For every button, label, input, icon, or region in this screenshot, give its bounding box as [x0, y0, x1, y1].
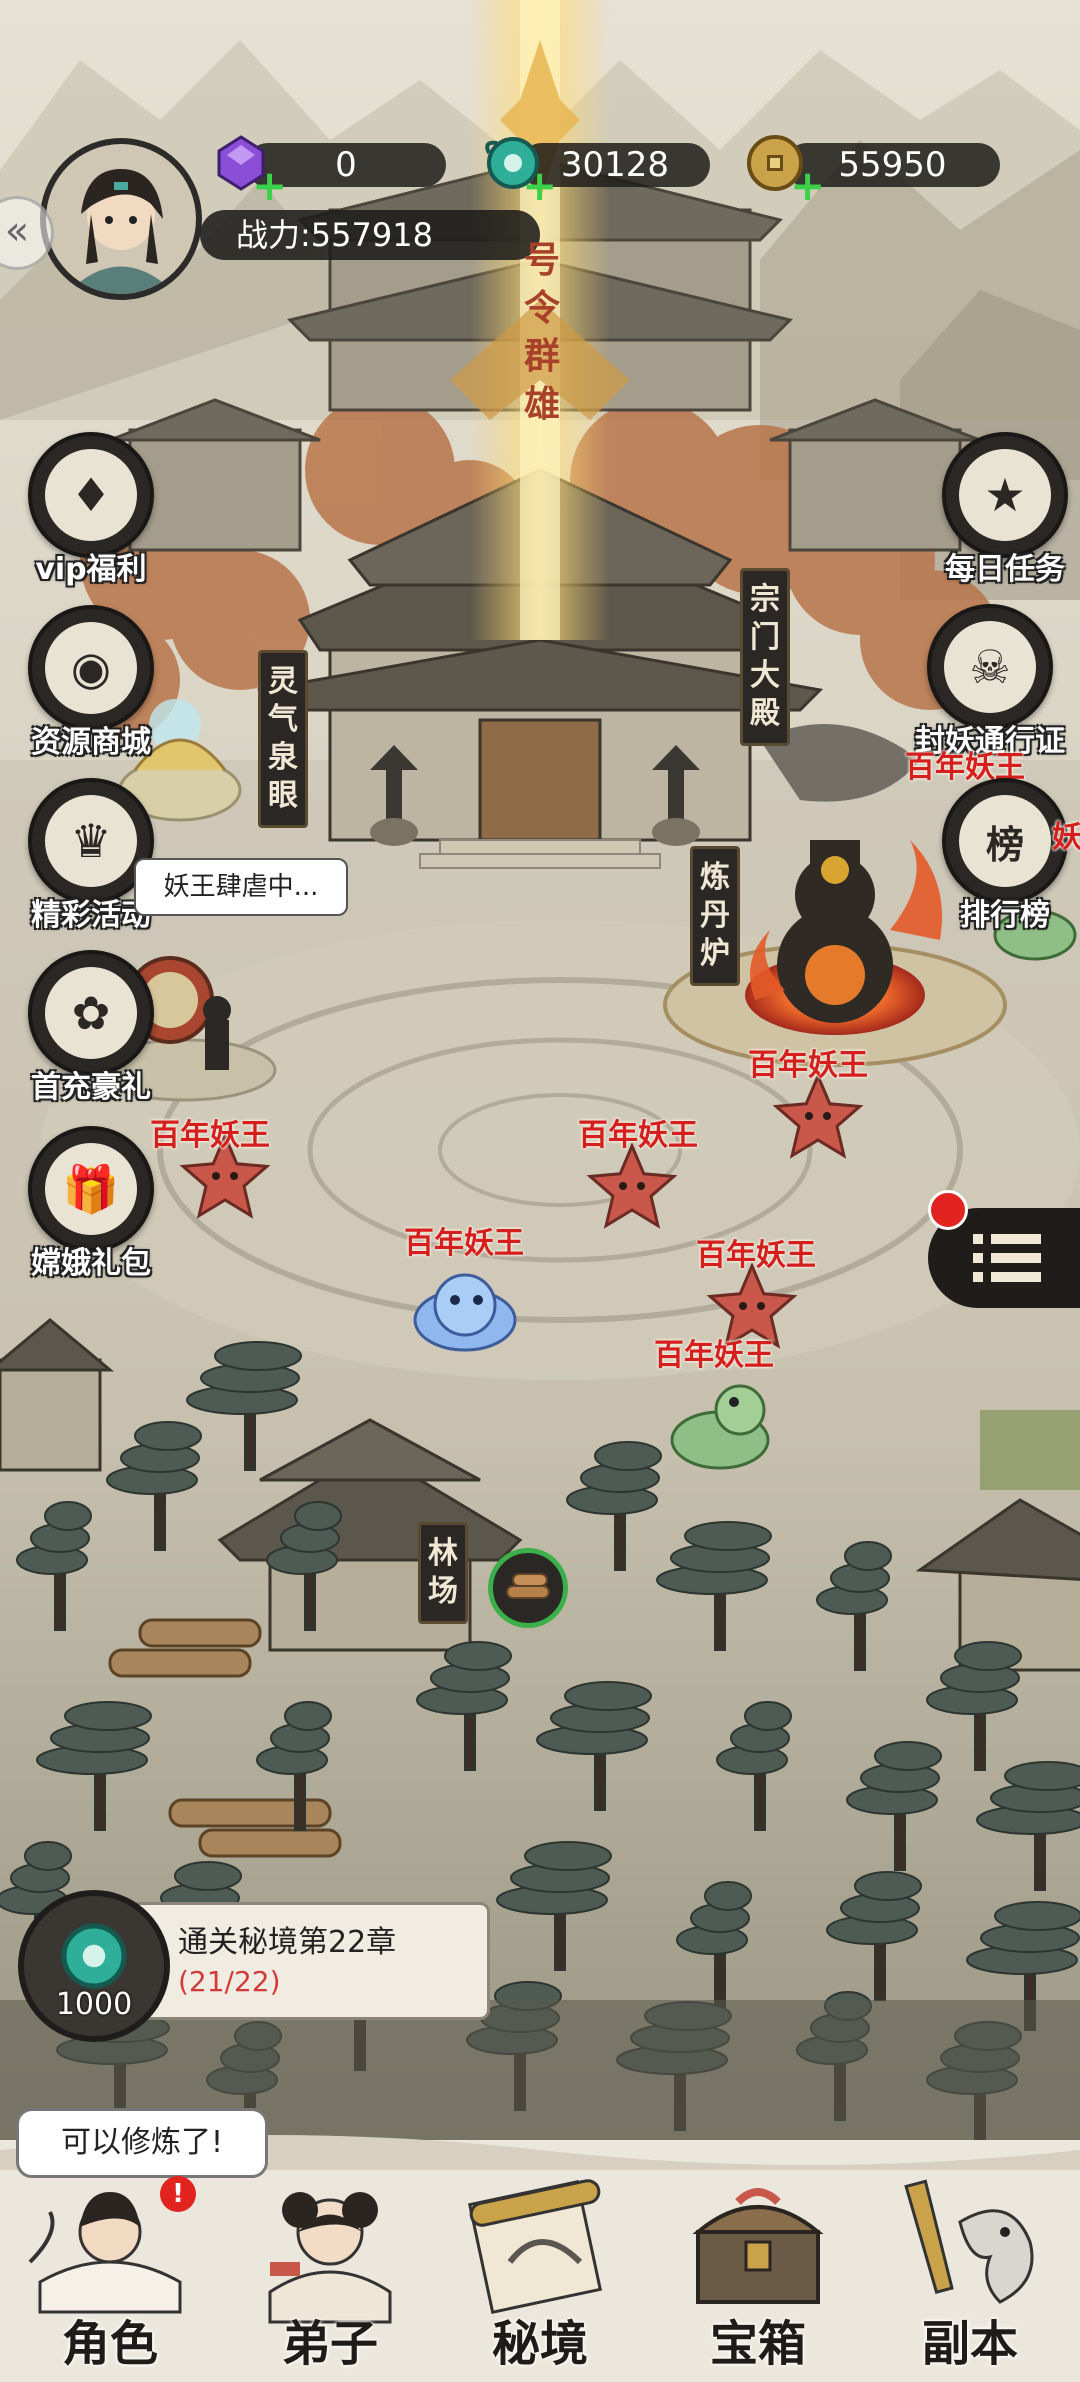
pine-tree	[64, 1701, 152, 1731]
pine-tree	[874, 1741, 942, 1771]
sect-hall-sign[interactable]: 宗门大殿	[740, 568, 790, 746]
gem-value: 0	[335, 145, 357, 185]
tab-character[interactable]: 角色	[20, 2162, 200, 2382]
pine-tree	[684, 1521, 772, 1551]
pine-tree	[134, 1421, 202, 1451]
demon-label: 百年妖王	[748, 1048, 868, 1083]
demon-label: 百年妖王	[696, 1238, 816, 1273]
coin-value: 55950	[838, 145, 947, 185]
add-jade-button[interactable]: +	[522, 165, 557, 207]
demon-pass-button[interactable]: ☠ 封妖通行证	[905, 604, 1075, 760]
player-avatar[interactable]	[40, 138, 202, 300]
first-charge-button[interactable]: ✿ 首充豪礼	[26, 950, 156, 1106]
demon-mask-icon: ☠	[944, 621, 1036, 713]
lumber-yard-sign[interactable]: 林场	[418, 1522, 468, 1624]
pine-tree	[594, 1441, 662, 1471]
combat-power-bar: 战力:557918	[200, 210, 540, 260]
change-gift-button[interactable]: 🎁 嫦娥礼包	[26, 1126, 156, 1282]
quest-reward-amount: 1000	[55, 1987, 133, 2022]
pine-tree	[44, 1501, 92, 1531]
add-coin-button[interactable]: +	[790, 165, 825, 207]
notification-dot	[928, 1190, 968, 1230]
ranking-icon: 榜	[959, 795, 1051, 887]
quest-progress: (21/22)	[178, 1965, 281, 1998]
tab-secret-realm[interactable]: 秘境	[450, 2162, 630, 2382]
tab-treasure-chest[interactable]: 宝箱	[668, 2162, 848, 2382]
pine-tree	[174, 1861, 242, 1891]
scroll-icon: ★	[959, 449, 1051, 541]
pine-tree	[444, 1641, 512, 1671]
pine-tree	[214, 1341, 302, 1371]
first-charge-icon: ✿	[45, 967, 137, 1059]
avatar-portrait-icon	[46, 144, 196, 294]
quest-title: 通关秘境第22章	[178, 1925, 397, 1960]
pine-tree	[744, 1701, 792, 1731]
alchemy-furnace-sign[interactable]: 炼丹炉	[690, 846, 740, 986]
resource-shop-button[interactable]: ◉ 资源商城	[26, 605, 156, 761]
wood-collect-icon[interactable]	[488, 1548, 568, 1628]
daily-tasks-button[interactable]: ★ 每日任务	[925, 432, 1080, 588]
pine-tree	[294, 1501, 342, 1531]
jade-value: 30128	[560, 145, 670, 185]
event-banner-text[interactable]: 号令群雄	[520, 236, 564, 428]
pine-tree	[524, 1841, 612, 1871]
pine-tree	[284, 1701, 332, 1731]
pine-tree	[564, 1681, 652, 1711]
pine-tree	[854, 1871, 922, 1901]
vip-benefits-button[interactable]: ♦ vip福利	[26, 432, 156, 588]
quest-panel[interactable]: 通关秘境第22章 (21/22)	[130, 1902, 490, 2020]
demon-label: 百年妖王	[150, 1118, 270, 1153]
demon-label: 百年妖王	[578, 1118, 698, 1153]
combat-power-label: 战力:557918	[236, 216, 433, 254]
demon-alert-bubble[interactable]: 妖王肆虐中...	[134, 858, 348, 916]
pine-tree	[704, 1881, 752, 1911]
jade-dragon-icon	[61, 1923, 127, 1989]
pine-tree	[24, 1841, 72, 1871]
pine-tree	[994, 1901, 1080, 1931]
quest-reward[interactable]: 1000	[18, 1890, 170, 2042]
pine-tree	[954, 1641, 1022, 1671]
event-icon: ♛	[45, 795, 137, 887]
spirit-spring-sign[interactable]: 灵气泉眼	[258, 650, 308, 828]
gift-box-icon: 🎁	[45, 1143, 137, 1235]
pine-tree	[1004, 1761, 1080, 1791]
leaderboard-button[interactable]: 榜 排行榜	[925, 778, 1080, 934]
vip-card-icon: ♦	[45, 449, 137, 541]
demon-label: 妖	[1052, 820, 1080, 855]
tab-dungeon[interactable]: 副本	[880, 2162, 1060, 2382]
tab-disciples[interactable]: 弟子	[240, 2162, 420, 2382]
list-icon	[973, 1234, 1041, 1282]
demon-label: 百年妖王	[654, 1338, 774, 1373]
demon-label: 百年妖王	[404, 1226, 524, 1261]
shop-icon: ◉	[45, 622, 137, 714]
add-gem-button[interactable]: +	[252, 165, 287, 207]
pine-tree	[844, 1541, 892, 1571]
